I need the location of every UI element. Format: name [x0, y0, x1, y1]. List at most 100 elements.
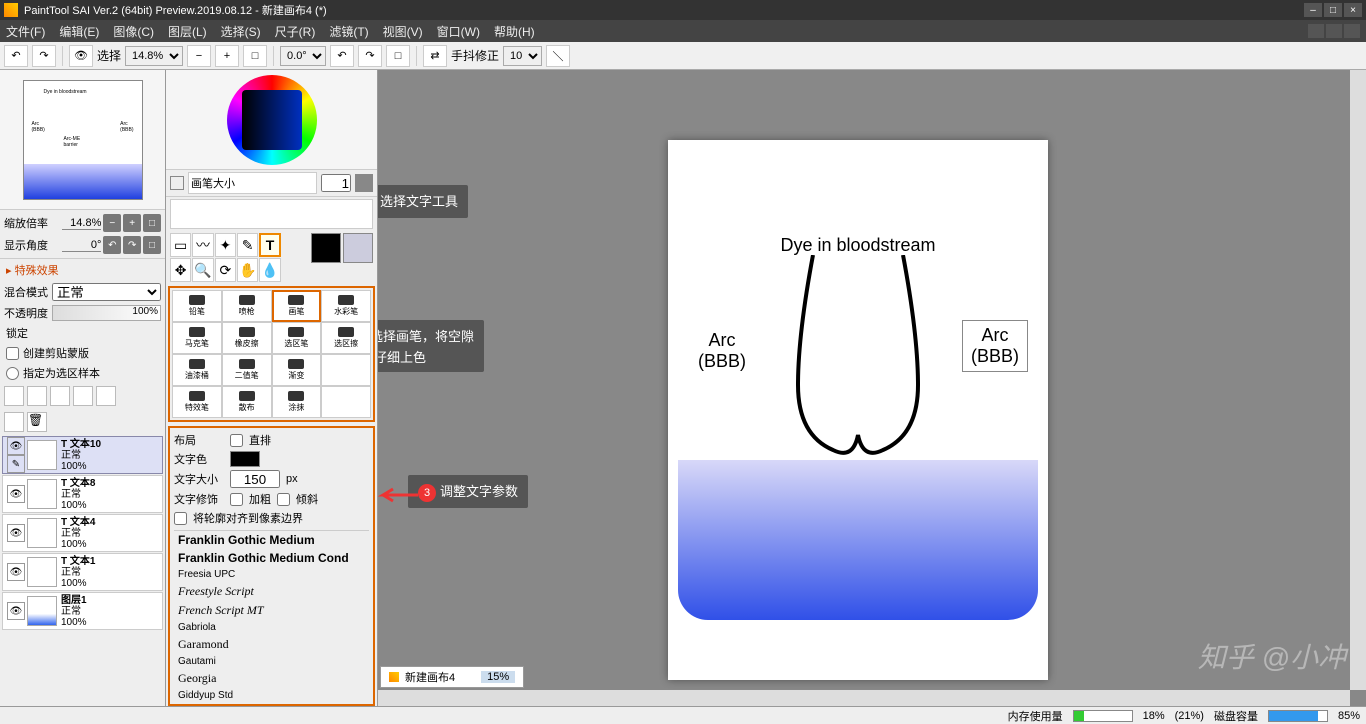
brush-gradient[interactable]: 渐变	[272, 354, 322, 386]
zoom-inc-button[interactable]: +	[123, 214, 141, 232]
brush-scatter[interactable]: 散布	[222, 386, 272, 418]
font-item[interactable]: Gabriola	[174, 620, 369, 635]
menu-window[interactable]: 窗口(W)	[437, 23, 480, 40]
visibility-icon[interactable]: 👁	[7, 524, 25, 542]
angle-dec-button[interactable]: ↶	[103, 236, 121, 254]
layer-item[interactable]: 👁 图层1正常100%	[2, 592, 163, 630]
delete-layer-button[interactable]: 🗑	[27, 412, 47, 432]
font-item[interactable]: Freesia UPC	[174, 567, 369, 582]
color-wheel[interactable]	[166, 70, 377, 170]
horizontal-scrollbar[interactable]	[378, 690, 1350, 706]
zoom-tool[interactable]: 🔍	[192, 258, 213, 282]
brushsize-eraser-icon[interactable]	[355, 174, 373, 192]
brush-fx[interactable]: 特效笔	[172, 386, 222, 418]
panel-max-button[interactable]	[1326, 24, 1342, 38]
selsample-radio[interactable]	[6, 367, 19, 380]
vertical-checkbox[interactable]	[230, 434, 243, 447]
hand-tool[interactable]: ✋	[237, 258, 258, 282]
font-list[interactable]: Franklin Gothic Medium Franklin Gothic M…	[174, 530, 369, 703]
brush-bucket[interactable]: 油漆桶	[172, 354, 222, 386]
clip-checkbox[interactable]	[6, 347, 19, 360]
fg-color[interactable]	[311, 233, 341, 263]
visibility-icon[interactable]: 👁	[7, 563, 25, 581]
stabilizer-select[interactable]: 10	[503, 46, 542, 66]
vertical-scrollbar[interactable]	[1350, 70, 1366, 690]
redo-button[interactable]: ↷	[32, 45, 56, 67]
angle-select[interactable]: 0.0°	[280, 46, 326, 66]
brush-airbrush[interactable]: 喷枪	[222, 290, 272, 322]
brush-tool[interactable]: ✎	[237, 233, 258, 257]
menu-view[interactable]: 视图(V)	[383, 23, 423, 40]
bold-checkbox[interactable]	[230, 493, 243, 506]
zoom-reset-button[interactable]: □	[143, 214, 161, 232]
menu-file[interactable]: 文件(F)	[6, 23, 45, 40]
new-folder-button[interactable]	[50, 386, 70, 406]
flip-button[interactable]: ⇄	[423, 45, 447, 67]
menu-filter[interactable]: 滤镜(T)	[329, 23, 368, 40]
font-item[interactable]: Gautami	[174, 654, 369, 669]
rotate-ccw-button[interactable]: ↶	[330, 45, 354, 67]
blend-select[interactable]: 正常	[52, 283, 161, 301]
menu-ruler[interactable]: 尺子(R)	[275, 23, 316, 40]
brush-binary[interactable]: 二值笔	[222, 354, 272, 386]
panel-min-button[interactable]	[1308, 24, 1324, 38]
transfer-button[interactable]	[73, 386, 93, 406]
italic-checkbox[interactable]	[277, 493, 290, 506]
brush-marker[interactable]: 马克笔	[172, 322, 222, 354]
angle-reset-button[interactable]: □	[143, 236, 161, 254]
fx-header[interactable]: ▸ 特殊效果	[0, 258, 165, 281]
angle-inc-button[interactable]: ↷	[123, 236, 141, 254]
menu-image[interactable]: 图像(C)	[113, 23, 154, 40]
close-button[interactable]: ×	[1344, 3, 1362, 17]
font-item[interactable]: Freestyle Script	[174, 582, 369, 601]
menu-help[interactable]: 帮助(H)	[494, 23, 535, 40]
rotate-tool[interactable]: ⟳	[215, 258, 236, 282]
zoom-in-button[interactable]: +	[215, 45, 239, 67]
panel-close-button[interactable]	[1344, 24, 1360, 38]
menu-layer[interactable]: 图层(L)	[168, 23, 207, 40]
new-layer-button[interactable]	[4, 386, 24, 406]
text-color-swatch[interactable]	[230, 451, 260, 467]
font-item[interactable]: Giddyup Std	[174, 688, 369, 703]
document-tab[interactable]: 新建画布4 15%	[380, 666, 524, 688]
brushsize-toggle[interactable]	[170, 176, 184, 190]
clear-button[interactable]	[4, 412, 24, 432]
navigator[interactable]: Dye in bloodstream Arc(BBB) Arc(BBB) Arc…	[0, 70, 165, 210]
font-item[interactable]: Franklin Gothic Medium	[174, 531, 369, 549]
layer-item[interactable]: 👁✎ T 文本10正常100%	[2, 436, 163, 474]
line-tool-button[interactable]: ＼	[546, 45, 570, 67]
canvas[interactable]: Dye in bloodstream Arc (BBB) Arc (BBB) A…	[668, 140, 1048, 680]
opacity-slider[interactable]: 100%	[52, 305, 161, 321]
text-size-input[interactable]	[230, 470, 280, 488]
layer-item[interactable]: 👁 T 文本8正常100%	[2, 475, 163, 513]
maximize-button[interactable]: □	[1324, 3, 1342, 17]
rotate-cw-button[interactable]: ↷	[358, 45, 382, 67]
visibility-icon[interactable]: 👁	[7, 602, 25, 620]
minimize-button[interactable]: –	[1304, 3, 1322, 17]
brush-eraser[interactable]: 橡皮擦	[222, 322, 272, 354]
brush-brush[interactable]: 画笔	[272, 290, 322, 322]
rotate-reset-button[interactable]: □	[386, 45, 410, 67]
brush-seleraser[interactable]: 选区擦	[321, 322, 371, 354]
brushsize-input[interactable]	[321, 174, 351, 192]
font-item[interactable]: Garamond	[174, 635, 369, 654]
brush-pencil[interactable]: 铅笔	[172, 290, 222, 322]
font-item[interactable]: Georgia	[174, 669, 369, 688]
lasso-tool[interactable]: 〰	[192, 233, 213, 257]
font-item[interactable]: French Script MT	[174, 601, 369, 620]
visibility-icon[interactable]: 👁	[7, 485, 25, 503]
align-checkbox[interactable]	[174, 512, 187, 525]
zoom-dec-button[interactable]: −	[103, 214, 121, 232]
undo-button[interactable]: ↶	[4, 45, 28, 67]
zoom-fit-button[interactable]: □	[243, 45, 267, 67]
new-lineart-button[interactable]	[27, 386, 47, 406]
menu-select[interactable]: 选择(S)	[221, 23, 261, 40]
brush-watercolor[interactable]: 水彩笔	[321, 290, 371, 322]
menu-edit[interactable]: 编辑(E)	[59, 23, 99, 40]
marquee-tool[interactable]: ▭	[170, 233, 191, 257]
layer-item[interactable]: 👁 T 文本4正常100%	[2, 514, 163, 552]
zoom-out-button[interactable]: −	[187, 45, 211, 67]
edit-icon[interactable]: ✎	[7, 455, 25, 473]
zoom-select[interactable]: 14.8%	[125, 46, 183, 66]
move-tool[interactable]: ✥	[170, 258, 191, 282]
